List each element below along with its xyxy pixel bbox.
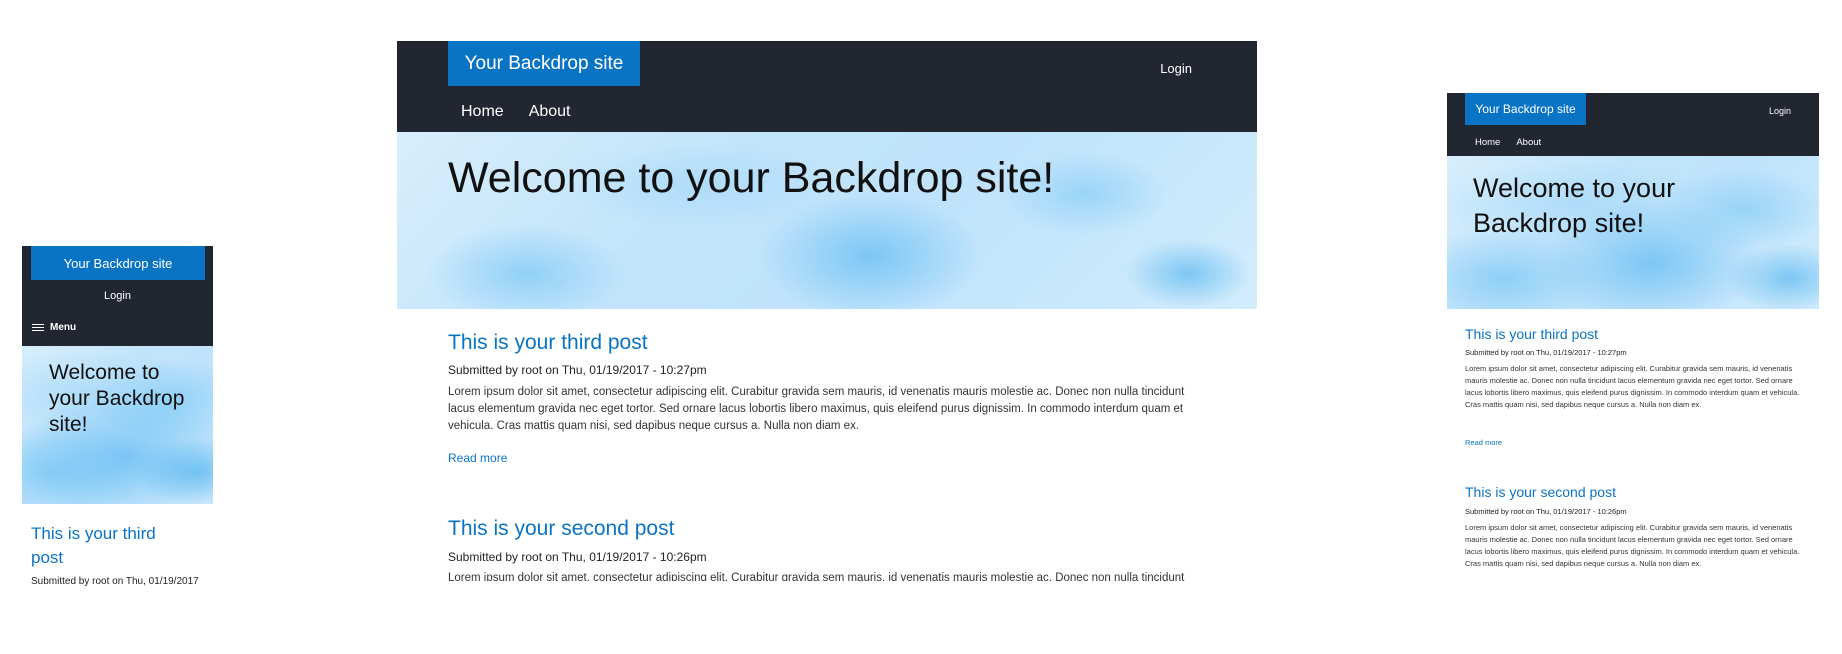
post-meta: Submitted by root on Thu, 01/19/2017 - 1…: [1465, 507, 1627, 516]
post-body: Lorem ipsum dolor sit amet, consectetur …: [1465, 523, 1800, 568]
post-meta: Submitted by root on Thu, 01/19/2017 - 1…: [1465, 348, 1627, 357]
site-brand[interactable]: Your Backdrop site: [1465, 93, 1586, 125]
site-brand[interactable]: Your Backdrop site: [448, 41, 640, 86]
nav-home[interactable]: Home: [461, 103, 504, 121]
hero-title: Welcome to your Backdrop site!: [49, 361, 185, 436]
hero-banner: Welcome to your Backdrop site!: [22, 346, 213, 504]
site-brand[interactable]: Your Backdrop site: [31, 246, 205, 280]
post-body: Lorem ipsum dolor sit amet, consectetur …: [448, 572, 1185, 581]
post-meta: Submitted by root on Thu, 01/19/2017: [31, 576, 199, 586]
post-meta: Submitted by root on Thu, 01/19/2017 - 1…: [448, 550, 707, 564]
main-nav: Home About: [1475, 137, 1541, 148]
hero-title: Welcome to your Backdrop site!: [1473, 173, 1676, 238]
nav-about[interactable]: About: [529, 103, 571, 121]
read-more-link[interactable]: Read more: [448, 451, 507, 465]
post-body: Lorem ipsum dolor sit amet, consectetur …: [1465, 364, 1800, 409]
tablet-header: Your Backdrop site Login Home About: [1447, 93, 1819, 156]
post-title[interactable]: This is your third post: [448, 331, 648, 355]
hero-banner: Welcome to your Backdrop site!: [1447, 156, 1819, 309]
nav-about[interactable]: About: [1516, 137, 1541, 148]
desktop-preview: Your Backdrop site Login Home About Welc…: [397, 41, 1257, 581]
menu-toggle[interactable]: Menu: [32, 322, 76, 333]
read-more-link[interactable]: Read more: [1465, 438, 1502, 447]
hero-banner: Welcome to your Backdrop site!: [397, 132, 1257, 309]
post-title[interactable]: This is your second post: [1465, 484, 1616, 500]
post-title[interactable]: This is your second post: [448, 517, 674, 541]
login-link[interactable]: Login: [1769, 106, 1791, 116]
desktop-header: Your Backdrop site Login Home About: [397, 41, 1257, 132]
login-link[interactable]: Login: [22, 290, 213, 302]
login-link[interactable]: Login: [1160, 61, 1192, 76]
post-title[interactable]: This is your third post: [31, 522, 191, 570]
post-meta: Submitted by root on Thu, 01/19/2017 - 1…: [448, 363, 707, 377]
nav-home[interactable]: Home: [1475, 137, 1500, 148]
mobile-preview: Your Backdrop site Login Menu Welcome to…: [22, 246, 213, 586]
mobile-header: Your Backdrop site Login Menu: [22, 246, 213, 346]
menu-label: Menu: [50, 322, 77, 333]
post-body: Lorem ipsum dolor sit amet, consectetur …: [448, 386, 1185, 432]
hamburger-icon: [32, 322, 44, 333]
post-title[interactable]: This is your third post: [1465, 326, 1598, 342]
hero-title: Welcome to your Backdrop site!: [448, 154, 1055, 202]
main-nav: Home About: [461, 103, 571, 121]
tablet-preview: Your Backdrop site Login Home About Welc…: [1447, 93, 1819, 585]
